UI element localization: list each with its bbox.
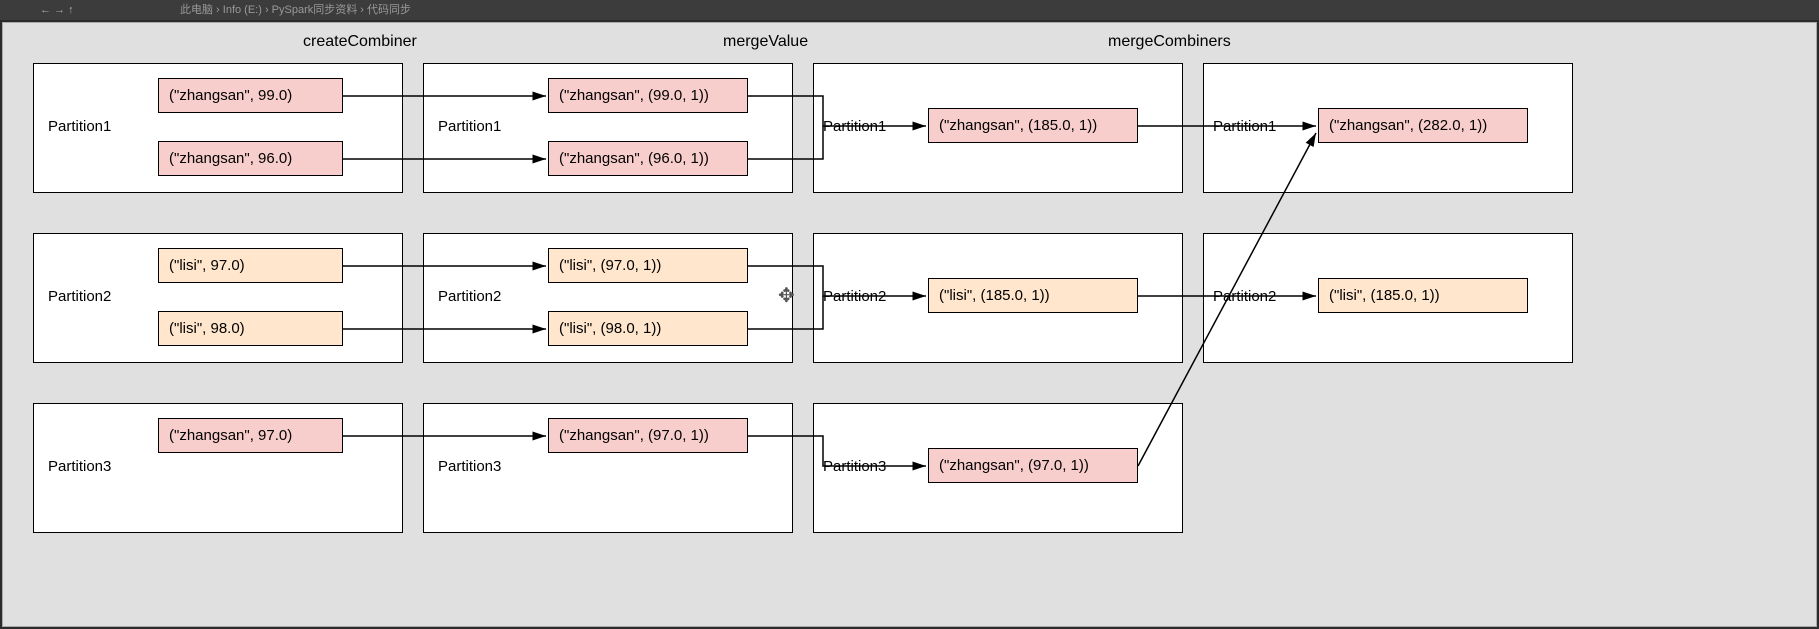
col4-partition1-label: Partition1 — [1213, 118, 1276, 135]
col1-p1-item-b: ("zhangsan", 96.0) — [158, 141, 343, 176]
header-mergevalue: mergeValue — [723, 33, 808, 51]
col3-partition3-label: Partition3 — [823, 458, 886, 475]
col2-partition2-label: Partition2 — [438, 288, 501, 305]
col3-p2-item-a: ("lisi", (185.0, 1)) — [928, 278, 1138, 313]
col2-partition3-label: Partition3 — [438, 458, 501, 475]
col3-p3-item-a: ("zhangsan", (97.0, 1)) — [928, 448, 1138, 483]
col2-p2-item-a: ("lisi", (97.0, 1)) — [548, 248, 748, 283]
header-mergecombiners: mergeCombiners — [1108, 33, 1231, 51]
col1-partition2-label: Partition2 — [48, 288, 111, 305]
col3-partition1-label: Partition1 — [823, 118, 886, 135]
col1-partition3-label: Partition3 — [48, 458, 111, 475]
col1-partition1-label: Partition1 — [48, 118, 111, 135]
diagram-canvas: createCombiner mergeValue mergeCombiners… — [2, 22, 1817, 627]
move-cursor-icon: ✥ — [778, 283, 795, 308]
col1-p3-item-a: ("zhangsan", 97.0) — [158, 418, 343, 453]
header-createcombiner: createCombiner — [303, 33, 417, 51]
col3-p1-item-a: ("zhangsan", (185.0, 1)) — [928, 108, 1138, 143]
col4-p1-item-a: ("zhangsan", (282.0, 1)) — [1318, 108, 1528, 143]
col2-partition1-label: Partition1 — [438, 118, 501, 135]
col4-partition2-label: Partition2 — [1213, 288, 1276, 305]
col4-p2-item-a: ("lisi", (185.0, 1)) — [1318, 278, 1528, 313]
top-bar: ← → ↑ 此电脑 › Info (E:) › PySpark同步资料 › 代码… — [0, 0, 1819, 20]
col1-p2-item-a: ("lisi", 97.0) — [158, 248, 343, 283]
col1-p2-item-b: ("lisi", 98.0) — [158, 311, 343, 346]
col2-p3-item-a: ("zhangsan", (97.0, 1)) — [548, 418, 748, 453]
col3-partition2-label: Partition2 — [823, 288, 886, 305]
col2-p1-item-b: ("zhangsan", (96.0, 1)) — [548, 141, 748, 176]
col2-p1-item-a: ("zhangsan", (99.0, 1)) — [548, 78, 748, 113]
col1-p1-item-a: ("zhangsan", 99.0) — [158, 78, 343, 113]
breadcrumb: 此电脑 › Info (E:) › PySpark同步资料 › 代码同步 — [180, 4, 411, 16]
col2-p2-item-b: ("lisi", (98.0, 1)) — [548, 311, 748, 346]
nav-arrows-icon: ← → ↑ — [40, 0, 74, 20]
